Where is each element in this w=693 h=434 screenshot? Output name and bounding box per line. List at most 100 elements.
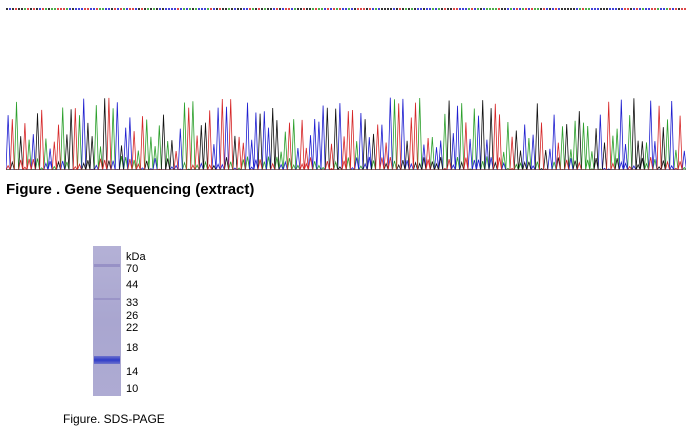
sequence-base-tick bbox=[624, 8, 626, 10]
sequence-base-tick bbox=[300, 8, 302, 10]
sequence-base-tick bbox=[666, 8, 668, 10]
sequence-base-tick bbox=[474, 8, 476, 10]
sequence-base-tick bbox=[333, 8, 335, 10]
sequence-base-tick bbox=[144, 8, 146, 10]
sequence-base-tick bbox=[546, 8, 548, 10]
sequence-base-tick bbox=[135, 8, 137, 10]
sequence-base-tick bbox=[219, 8, 221, 10]
sequence-base-tick bbox=[642, 8, 644, 10]
sequence-base-tick bbox=[570, 8, 572, 10]
sequence-base-tick bbox=[372, 8, 374, 10]
sequence-base-tick bbox=[510, 8, 512, 10]
sequence-base-tick bbox=[501, 8, 503, 10]
sequence-base-tick bbox=[357, 8, 359, 10]
marker-label: 14 bbox=[126, 366, 139, 378]
sequence-base-tick bbox=[75, 8, 77, 10]
sequence-base-tick bbox=[180, 8, 182, 10]
sequence-base-tick bbox=[657, 8, 659, 10]
sequence-base-tick bbox=[105, 8, 107, 10]
marker-label: 18 bbox=[126, 342, 139, 354]
kda-unit-label: kDa bbox=[126, 251, 146, 263]
sequence-base-tick bbox=[411, 8, 413, 10]
sequence-base-tick bbox=[537, 8, 539, 10]
sequence-base-tick bbox=[108, 8, 110, 10]
sequence-base-tick bbox=[81, 8, 83, 10]
sequence-base-tick bbox=[258, 8, 260, 10]
sequence-base-tick bbox=[549, 8, 551, 10]
gel-band-faint bbox=[94, 264, 120, 267]
sequence-base-tick bbox=[279, 8, 281, 10]
gene-sequencing-caption: Figure . Gene Sequencing (extract) bbox=[6, 181, 255, 198]
sequence-base-tick bbox=[648, 8, 650, 10]
sequence-base-tick bbox=[93, 8, 95, 10]
sequence-base-tick bbox=[183, 8, 185, 10]
sequence-base-tick bbox=[552, 8, 554, 10]
sequence-base-tick bbox=[585, 8, 587, 10]
sequence-base-tick bbox=[435, 8, 437, 10]
sequence-base-tick bbox=[603, 8, 605, 10]
sequence-base-tick bbox=[66, 8, 68, 10]
sequence-base-tick bbox=[213, 8, 215, 10]
sequence-base-tick bbox=[378, 8, 380, 10]
sequence-base-tick bbox=[102, 8, 104, 10]
sequence-base-tick bbox=[270, 8, 272, 10]
sequence-base-tick bbox=[276, 8, 278, 10]
sequence-base-tick bbox=[285, 8, 287, 10]
sequence-base-tick bbox=[72, 8, 74, 10]
sequence-base-tick bbox=[675, 8, 677, 10]
sequence-base-tick bbox=[33, 8, 35, 10]
sequence-base-tick bbox=[159, 8, 161, 10]
sequence-base-tick bbox=[399, 8, 401, 10]
sequence-base-tick bbox=[273, 8, 275, 10]
sequence-base-tick bbox=[456, 8, 458, 10]
sequence-base-tick bbox=[591, 8, 593, 10]
sequence-base-tick bbox=[78, 8, 80, 10]
sequence-base-tick bbox=[405, 8, 407, 10]
sequence-base-tick bbox=[30, 8, 32, 10]
sequence-base-tick bbox=[360, 8, 362, 10]
sequence-base-tick bbox=[663, 8, 665, 10]
sequence-base-tick bbox=[327, 8, 329, 10]
sequence-base-tick bbox=[87, 8, 89, 10]
sequence-base-tick bbox=[555, 8, 557, 10]
sequence-base-tick bbox=[249, 8, 251, 10]
sequence-base-tick bbox=[339, 8, 341, 10]
sequence-base-tick bbox=[264, 8, 266, 10]
sequence-base-tick bbox=[636, 8, 638, 10]
sequence-base-tick bbox=[654, 8, 656, 10]
sequence-base-tick bbox=[606, 8, 608, 10]
sequence-base-tick bbox=[162, 8, 164, 10]
sequence-base-tick bbox=[375, 8, 377, 10]
sequence-base-tick bbox=[423, 8, 425, 10]
sequence-base-tick bbox=[123, 8, 125, 10]
sequence-base-tick bbox=[531, 8, 533, 10]
sequence-base-tick bbox=[459, 8, 461, 10]
sequence-base-tick bbox=[495, 8, 497, 10]
sequence-base-tick bbox=[420, 8, 422, 10]
sequence-base-tick bbox=[225, 8, 227, 10]
sequence-base-tick bbox=[54, 8, 56, 10]
sequence-base-tick bbox=[477, 8, 479, 10]
marker-label: 22 bbox=[126, 322, 139, 334]
sequence-base-tick bbox=[228, 8, 230, 10]
marker-label: 26 bbox=[126, 310, 139, 322]
sequence-base-tick bbox=[489, 8, 491, 10]
sequence-base-tick bbox=[294, 8, 296, 10]
sequence-base-tick bbox=[432, 8, 434, 10]
sequence-base-tick bbox=[612, 8, 614, 10]
sequence-base-tick bbox=[216, 8, 218, 10]
sequence-base-tick bbox=[678, 8, 680, 10]
sequence-base-tick bbox=[366, 8, 368, 10]
sequence-base-tick bbox=[291, 8, 293, 10]
sequence-base-tick bbox=[669, 8, 671, 10]
sequence-base-tick bbox=[567, 8, 569, 10]
sequence-base-tick bbox=[516, 8, 518, 10]
sequence-base-tick bbox=[396, 8, 398, 10]
sequence-base-tick bbox=[306, 8, 308, 10]
sequence-base-tick bbox=[597, 8, 599, 10]
sequence-base-tick bbox=[630, 8, 632, 10]
sequence-base-tick bbox=[504, 8, 506, 10]
sequence-base-tick bbox=[492, 8, 494, 10]
sequence-base-tick bbox=[222, 8, 224, 10]
sequence-base-tick bbox=[564, 8, 566, 10]
